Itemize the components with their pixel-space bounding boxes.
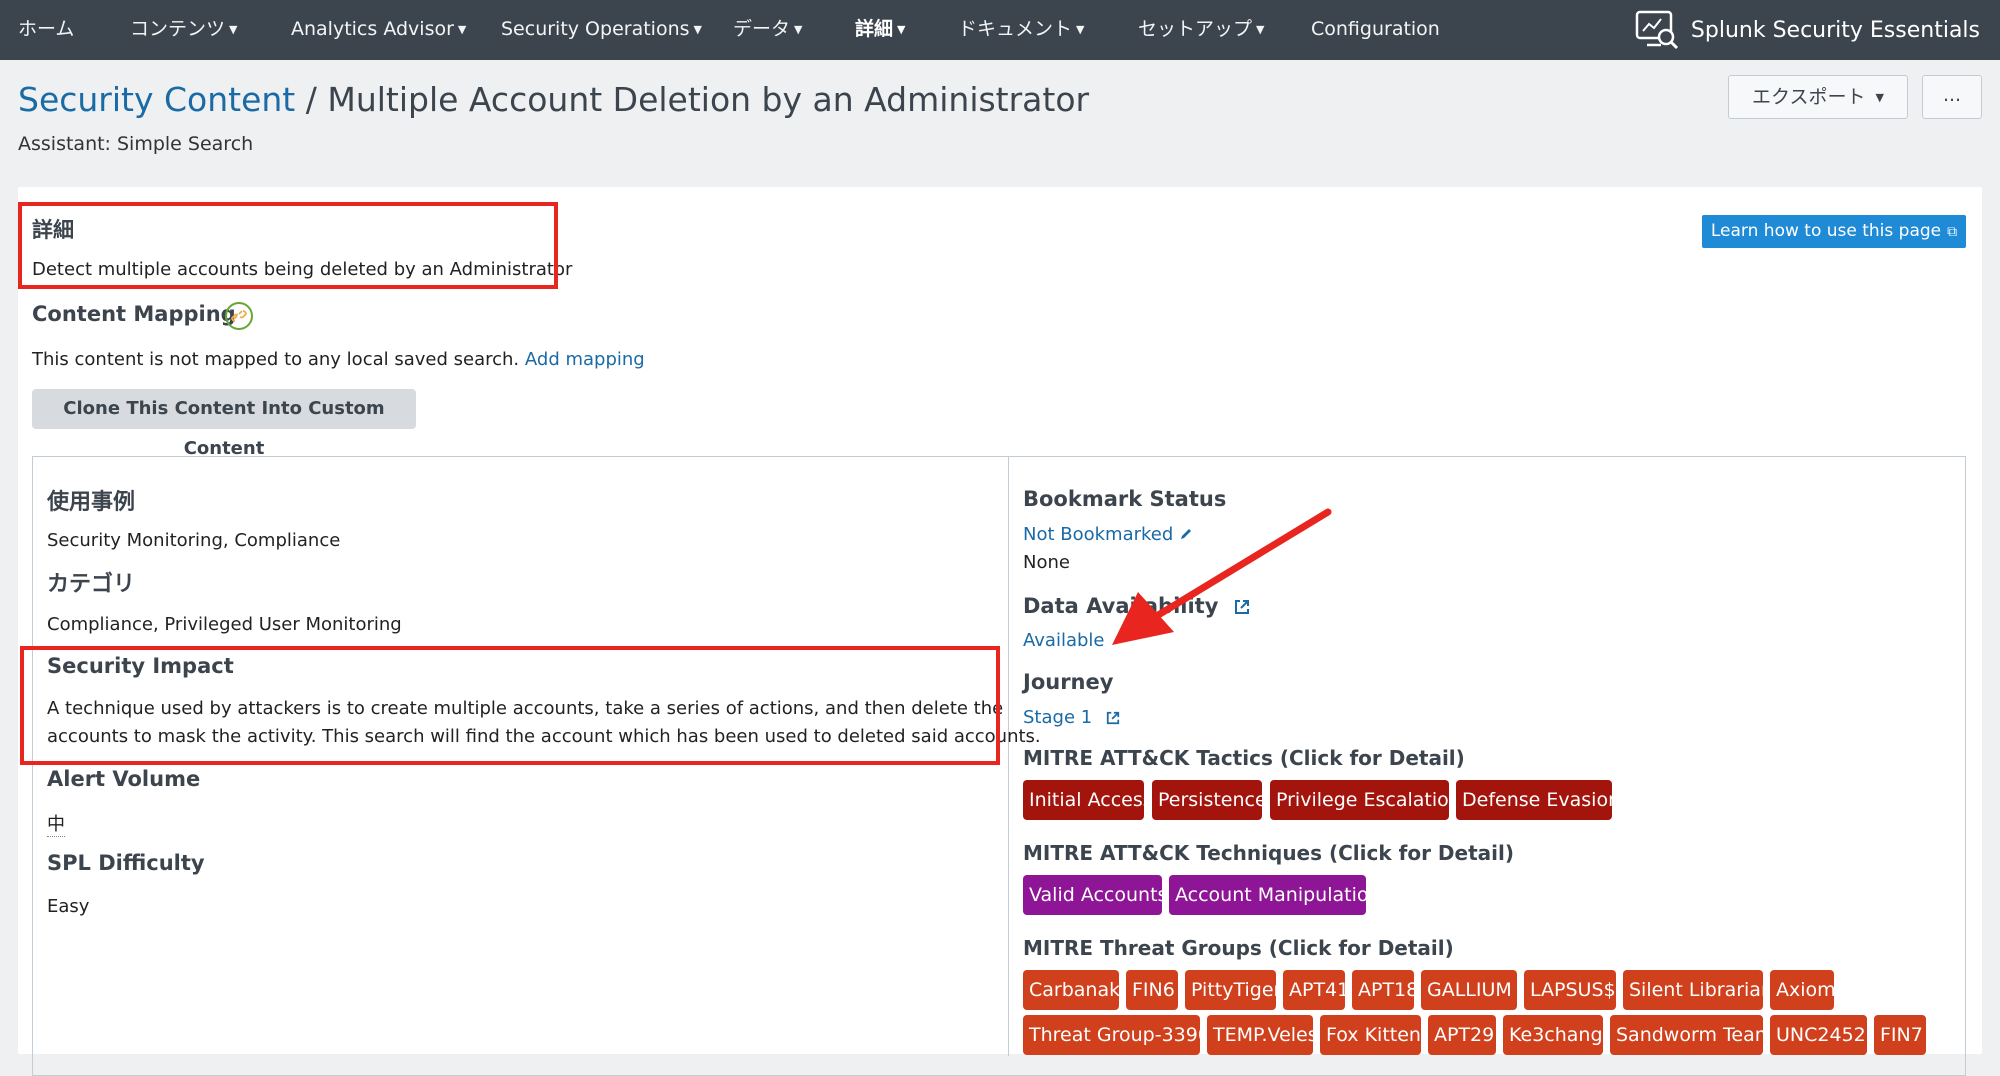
tactic-tag[interactable]: Persistence (1152, 780, 1267, 820)
threat-group-tag[interactable]: APT18 (1352, 970, 1418, 1010)
use-case-value: Security Monitoring, Compliance (47, 530, 341, 551)
threat-group-tag[interactable]: Ke3chang (1503, 1015, 1603, 1055)
technique-tag[interactable]: Account Manipulation (1169, 875, 1381, 915)
annotation-box-description (18, 202, 558, 289)
add-mapping-link[interactable]: Add mapping (525, 349, 645, 370)
tactic-tag[interactable]: Defense Evasion (1456, 780, 1620, 820)
content-mapping-heading: Content Mapping (32, 302, 236, 326)
journey-heading: Journey (1023, 670, 1114, 694)
export-button[interactable]: エクスポート ▼ (1728, 75, 1908, 119)
not-mapped-text: This content is not mapped to any local … (32, 349, 520, 370)
spl-difficulty-value: Easy (47, 896, 90, 917)
nav-setup[interactable]: セットアップ ▼ (1138, 0, 1264, 60)
threat-group-tag[interactable]: FIN7 (1874, 1015, 1926, 1055)
grid-divider (1008, 456, 1009, 1056)
nav-documents[interactable]: ドキュメント ▼ (958, 0, 1084, 60)
more-options-button[interactable]: ... (1922, 75, 1982, 119)
chevron-down-icon: ▼ (457, 23, 467, 36)
chevron-down-icon: ▼ (897, 23, 906, 36)
category-heading: カテゴリ (47, 572, 136, 597)
page-title: Security Content / Multiple Account Dele… (18, 80, 1089, 119)
threat-group-tag[interactable]: UNC2452 (1770, 1015, 1867, 1055)
annotation-arrow (1112, 508, 1332, 645)
external-link-icon: ⧉ (1947, 224, 1958, 240)
mitre-techniques-heading: MITRE ATT&CK Techniques (Click for Detai… (1023, 841, 1514, 865)
export-label: エクスポート (1752, 86, 1866, 108)
link-icon[interactable] (224, 301, 254, 331)
nav-details[interactable]: 詳細 ▼ (855, 0, 905, 60)
nav-analytics-advisor[interactable]: Analytics Advisor ▼ (291, 0, 466, 60)
nav-data[interactable]: データ ▼ (733, 0, 802, 60)
top-navigation-bar: ホーム コンテンツ ▼ Analytics Advisor ▼ Security O… (0, 0, 2000, 60)
nav-content[interactable]: コンテンツ ▼ (130, 0, 237, 60)
chevron-down-icon: ▼ (693, 23, 702, 36)
tactic-tag[interactable]: Initial Access (1023, 780, 1153, 820)
threat-group-tag[interactable]: Threat Group-3390 (1023, 1015, 1210, 1055)
threat-group-tag[interactable]: PittyTiger (1185, 970, 1281, 1010)
journey-value[interactable]: Stage 1 (1023, 707, 1120, 728)
learn-how-label: Learn how to use this page (1710, 221, 1942, 241)
threat-group-tag[interactable]: Fox Kitten (1320, 1015, 1421, 1055)
chevron-down-icon: ▼ (794, 23, 803, 36)
chevron-down-icon: ▼ (229, 23, 238, 36)
category-value: Compliance, Privileged User Monitoring (47, 614, 402, 635)
chevron-down-icon: ▼ (1875, 91, 1884, 104)
clone-content-button[interactable]: Clone This Content Into Custom Content (32, 389, 416, 459)
threat-group-tag[interactable]: Silent Librarian (1623, 970, 1773, 1010)
use-case-heading: 使用事例 (47, 490, 136, 515)
alert-volume-value: 中 (47, 810, 65, 837)
mitre-threat-groups-heading: MITRE Threat Groups (Click for Detail) (1023, 936, 1454, 960)
chevron-down-icon: ▼ (1256, 23, 1265, 36)
threat-group-tag[interactable]: APT41 (1283, 970, 1349, 1010)
mitre-tactics-heading: MITRE ATT&CK Tactics (Click for Detail) (1023, 746, 1465, 770)
external-link-icon[interactable] (1106, 711, 1120, 725)
bookmark-value: None (1023, 552, 1070, 573)
content-mapping-text: This content is not mapped to any local … (32, 349, 645, 370)
technique-tag[interactable]: Valid Accounts (1023, 875, 1167, 915)
assistant-label: Assistant: Simple Search (18, 133, 254, 155)
brand[interactable]: Splunk Security Essentials (1635, 0, 1980, 60)
nav-security-operations[interactable]: Security Operations ▼ (501, 0, 702, 60)
alert-volume-heading: Alert Volume (47, 767, 201, 791)
threat-group-tag[interactable]: LAPSUS$ (1524, 970, 1616, 1010)
threat-group-tag[interactable]: Axiom (1770, 970, 1836, 1010)
tactic-tag[interactable]: Privilege Escalation (1270, 780, 1461, 820)
threat-group-tag[interactable]: GALLIUM (1421, 970, 1517, 1010)
threat-group-tag[interactable]: FIN6 (1126, 970, 1178, 1010)
journey-stage-link[interactable]: Stage 1 (1023, 707, 1092, 728)
threat-group-tag[interactable]: Sandworm Team (1610, 1015, 1773, 1055)
chevron-down-icon: ▼ (1076, 23, 1085, 36)
breadcrumb-security-content[interactable]: Security Content (18, 80, 295, 119)
content-title: Multiple Account Deletion by an Administ… (327, 80, 1090, 119)
brand-label: Splunk Security Essentials (1690, 17, 1980, 43)
nav-configuration[interactable]: Configuration (1311, 0, 1440, 60)
annotation-box-security-impact (20, 646, 1000, 765)
monitor-search-icon (1635, 10, 1678, 50)
threat-group-tag[interactable]: TEMP.Veles (1207, 1015, 1318, 1055)
nav-home[interactable]: ホーム (18, 0, 74, 60)
learn-how-button[interactable]: Learn how to use this page ⧉ (1702, 215, 1966, 248)
threat-group-tag[interactable]: Carbanak (1023, 970, 1120, 1010)
threat-group-tag[interactable]: APT29 (1428, 1015, 1496, 1055)
breadcrumb-separator: / (295, 80, 328, 119)
spl-difficulty-heading: SPL Difficulty (47, 851, 205, 875)
